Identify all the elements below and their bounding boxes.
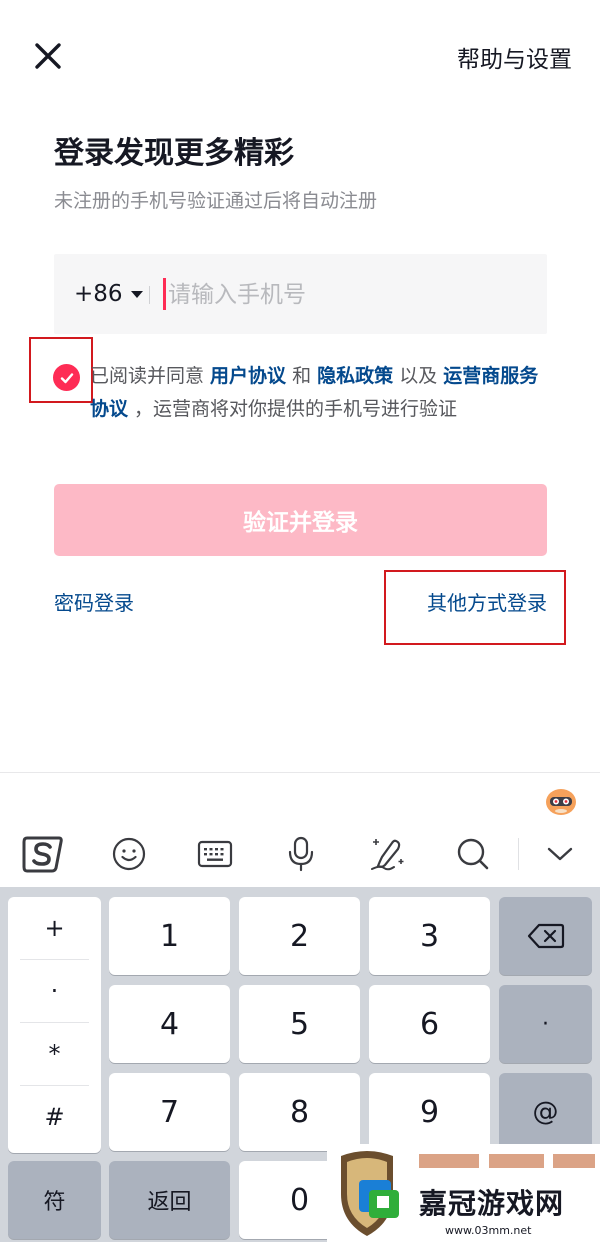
key-4[interactable]: 4 — [109, 985, 230, 1063]
phone-input[interactable] — [166, 270, 526, 320]
password-login-link[interactable]: 密码登录 — [54, 587, 134, 616]
watermark: 嘉冠游戏网 www.03mm.net — [327, 1144, 600, 1242]
key-8[interactable]: 8 — [239, 1073, 360, 1151]
country-code-label: +86 — [74, 281, 123, 307]
verify-login-button[interactable]: 验证并登录 — [54, 484, 547, 556]
keyboard-switch-icon[interactable] — [192, 831, 238, 877]
search-icon[interactable] — [450, 831, 496, 877]
key-middle-dot[interactable]: · — [20, 960, 89, 1022]
privacy-policy-link[interactable]: 隐私政策 — [317, 365, 393, 387]
user-agreement-link[interactable]: 用户协议 — [210, 365, 286, 387]
key-asterisk[interactable]: * — [20, 1023, 89, 1085]
mascot-icon[interactable] — [542, 783, 580, 817]
phone-field: +86 — [54, 254, 547, 334]
key-plus[interactable]: + — [20, 897, 89, 959]
close-icon — [35, 43, 61, 69]
backspace-icon — [527, 923, 564, 949]
agreement-text: 已阅读并同意 用户协议 和 隐私政策 以及 运营商服务协议 ，运营商将对你提供的… — [90, 360, 540, 426]
microphone-icon[interactable] — [278, 831, 324, 877]
chevron-down-icon[interactable] — [537, 831, 583, 877]
agreement-prefix: 已阅读并同意 — [90, 365, 211, 387]
emoji-icon[interactable] — [106, 831, 152, 877]
text-cursor — [163, 278, 166, 310]
agreement-and2: 以及 — [393, 365, 444, 387]
watermark-name: 嘉冠游戏网 — [419, 1187, 565, 1220]
key-2[interactable]: 2 — [239, 897, 360, 975]
toolbar-divider — [518, 838, 519, 870]
key-9[interactable]: 9 — [369, 1073, 490, 1151]
key-7[interactable]: 7 — [109, 1073, 230, 1151]
symbol-key[interactable]: 符 — [8, 1161, 101, 1239]
key-hash[interactable]: # — [20, 1086, 89, 1148]
close-button[interactable] — [30, 38, 66, 74]
watermark-url: www.03mm.net — [445, 1224, 532, 1237]
other-login-link[interactable]: 其他方式登录 — [427, 587, 547, 616]
sogou-logo-icon[interactable] — [20, 831, 66, 877]
divider — [149, 286, 150, 304]
check-icon — [60, 372, 73, 383]
backspace-key[interactable] — [499, 897, 592, 975]
handwriting-icon[interactable] — [364, 831, 410, 877]
country-code-selector[interactable]: +86 — [74, 281, 143, 307]
key-1[interactable]: 1 — [109, 897, 230, 975]
agree-checkbox[interactable] — [53, 364, 80, 391]
key-5[interactable]: 5 — [239, 985, 360, 1063]
dropdown-arrow-icon — [130, 290, 143, 298]
key-dot[interactable]: · — [499, 985, 592, 1063]
page-title: 登录发现更多精彩 — [54, 136, 294, 171]
keyboard-toolbar — [0, 823, 600, 885]
page-subtitle: 未注册的手机号验证通过后将自动注册 — [54, 190, 378, 212]
symbol-column: + · * # — [8, 897, 101, 1153]
key-at[interactable]: @ — [499, 1073, 592, 1151]
help-settings-link[interactable]: 帮助与设置 — [457, 40, 572, 74]
agreement-and: 和 — [286, 365, 318, 387]
key-6[interactable]: 6 — [369, 985, 490, 1063]
key-3[interactable]: 3 — [369, 897, 490, 975]
back-key[interactable]: 返回 — [109, 1161, 230, 1239]
agreement-suffix: ，运营商将对你提供的手机号进行验证 — [128, 398, 458, 420]
